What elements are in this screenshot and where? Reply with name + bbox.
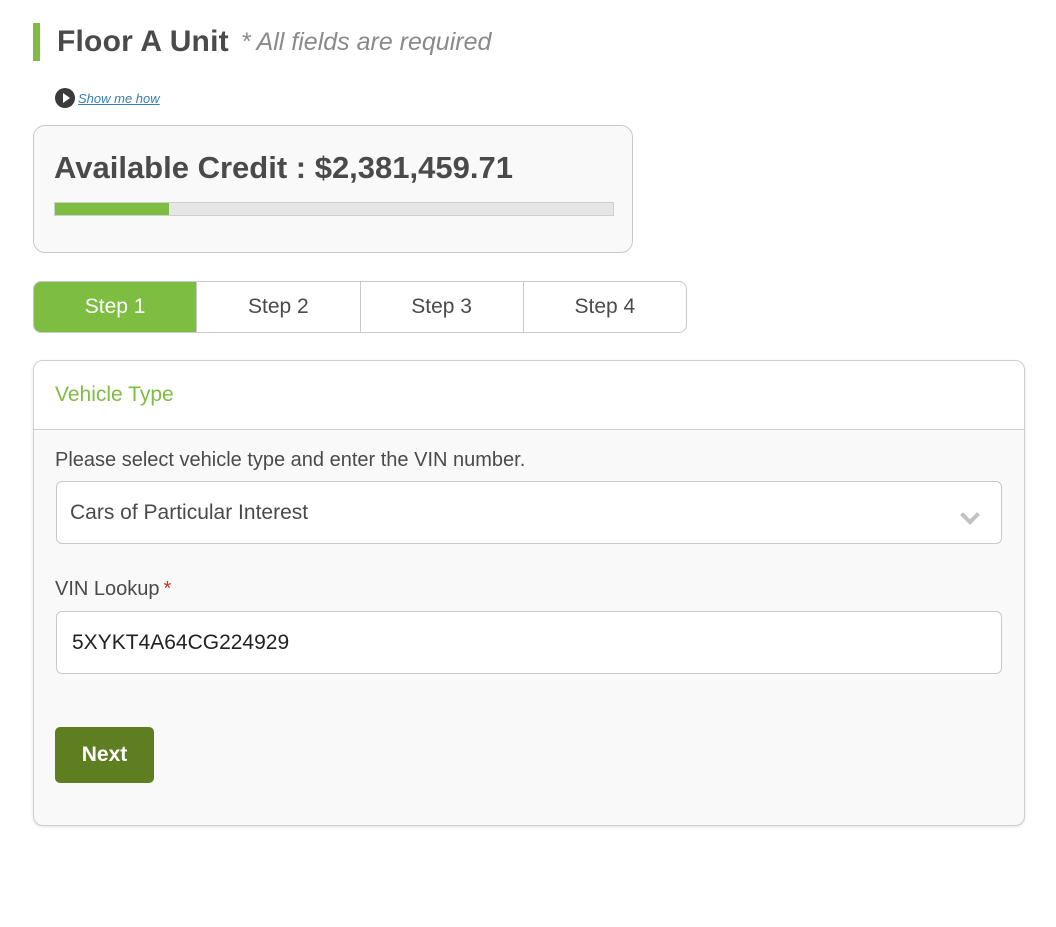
vin-lookup-label-text: VIN Lookup [55,578,160,600]
vin-lookup-input[interactable] [56,611,1002,674]
show-me-how-label[interactable]: Show me how [78,91,160,106]
vehicle-type-panel: Vehicle Type Please select vehicle type … [33,360,1025,826]
panel-title: Vehicle Type [55,383,174,406]
chevron-down-icon[interactable] [960,505,980,525]
vehicle-type-selected-value: Cars of Particular Interest [70,501,309,524]
play-circle-icon[interactable] [55,88,75,108]
page-title: Floor A Unit [57,25,229,58]
tab-step-1[interactable]: Step 1 [34,282,198,332]
tab-step-4[interactable]: Step 4 [524,282,686,332]
step-tabs: Step 1 Step 2 Step 3 Step 4 [33,281,687,333]
available-credit-card: Available Credit : $2,381,459.71 [33,125,633,253]
required-star: * [163,578,172,600]
vehicle-type-select[interactable]: Cars of Particular Interest [56,481,1002,544]
tab-step-2[interactable]: Step 2 [197,282,361,332]
page-header: Floor A Unit * All fields are required [33,22,491,62]
credit-progress-fill [55,203,170,215]
next-button[interactable]: Next [55,727,154,783]
vin-lookup-label: VIN Lookup * [55,578,171,601]
instructions-text: Please select vehicle type and enter the… [55,449,526,471]
panel-header: Vehicle Type [34,361,1024,430]
tab-step-3[interactable]: Step 3 [361,282,524,332]
credit-progress-bar [54,202,614,216]
show-me-how-link[interactable]: Show me how [55,88,160,108]
required-fields-note: * All fields are required [240,27,492,56]
header-accent-bar [33,23,40,61]
available-credit-label: Available Credit : $2,381,459.71 [54,150,513,185]
